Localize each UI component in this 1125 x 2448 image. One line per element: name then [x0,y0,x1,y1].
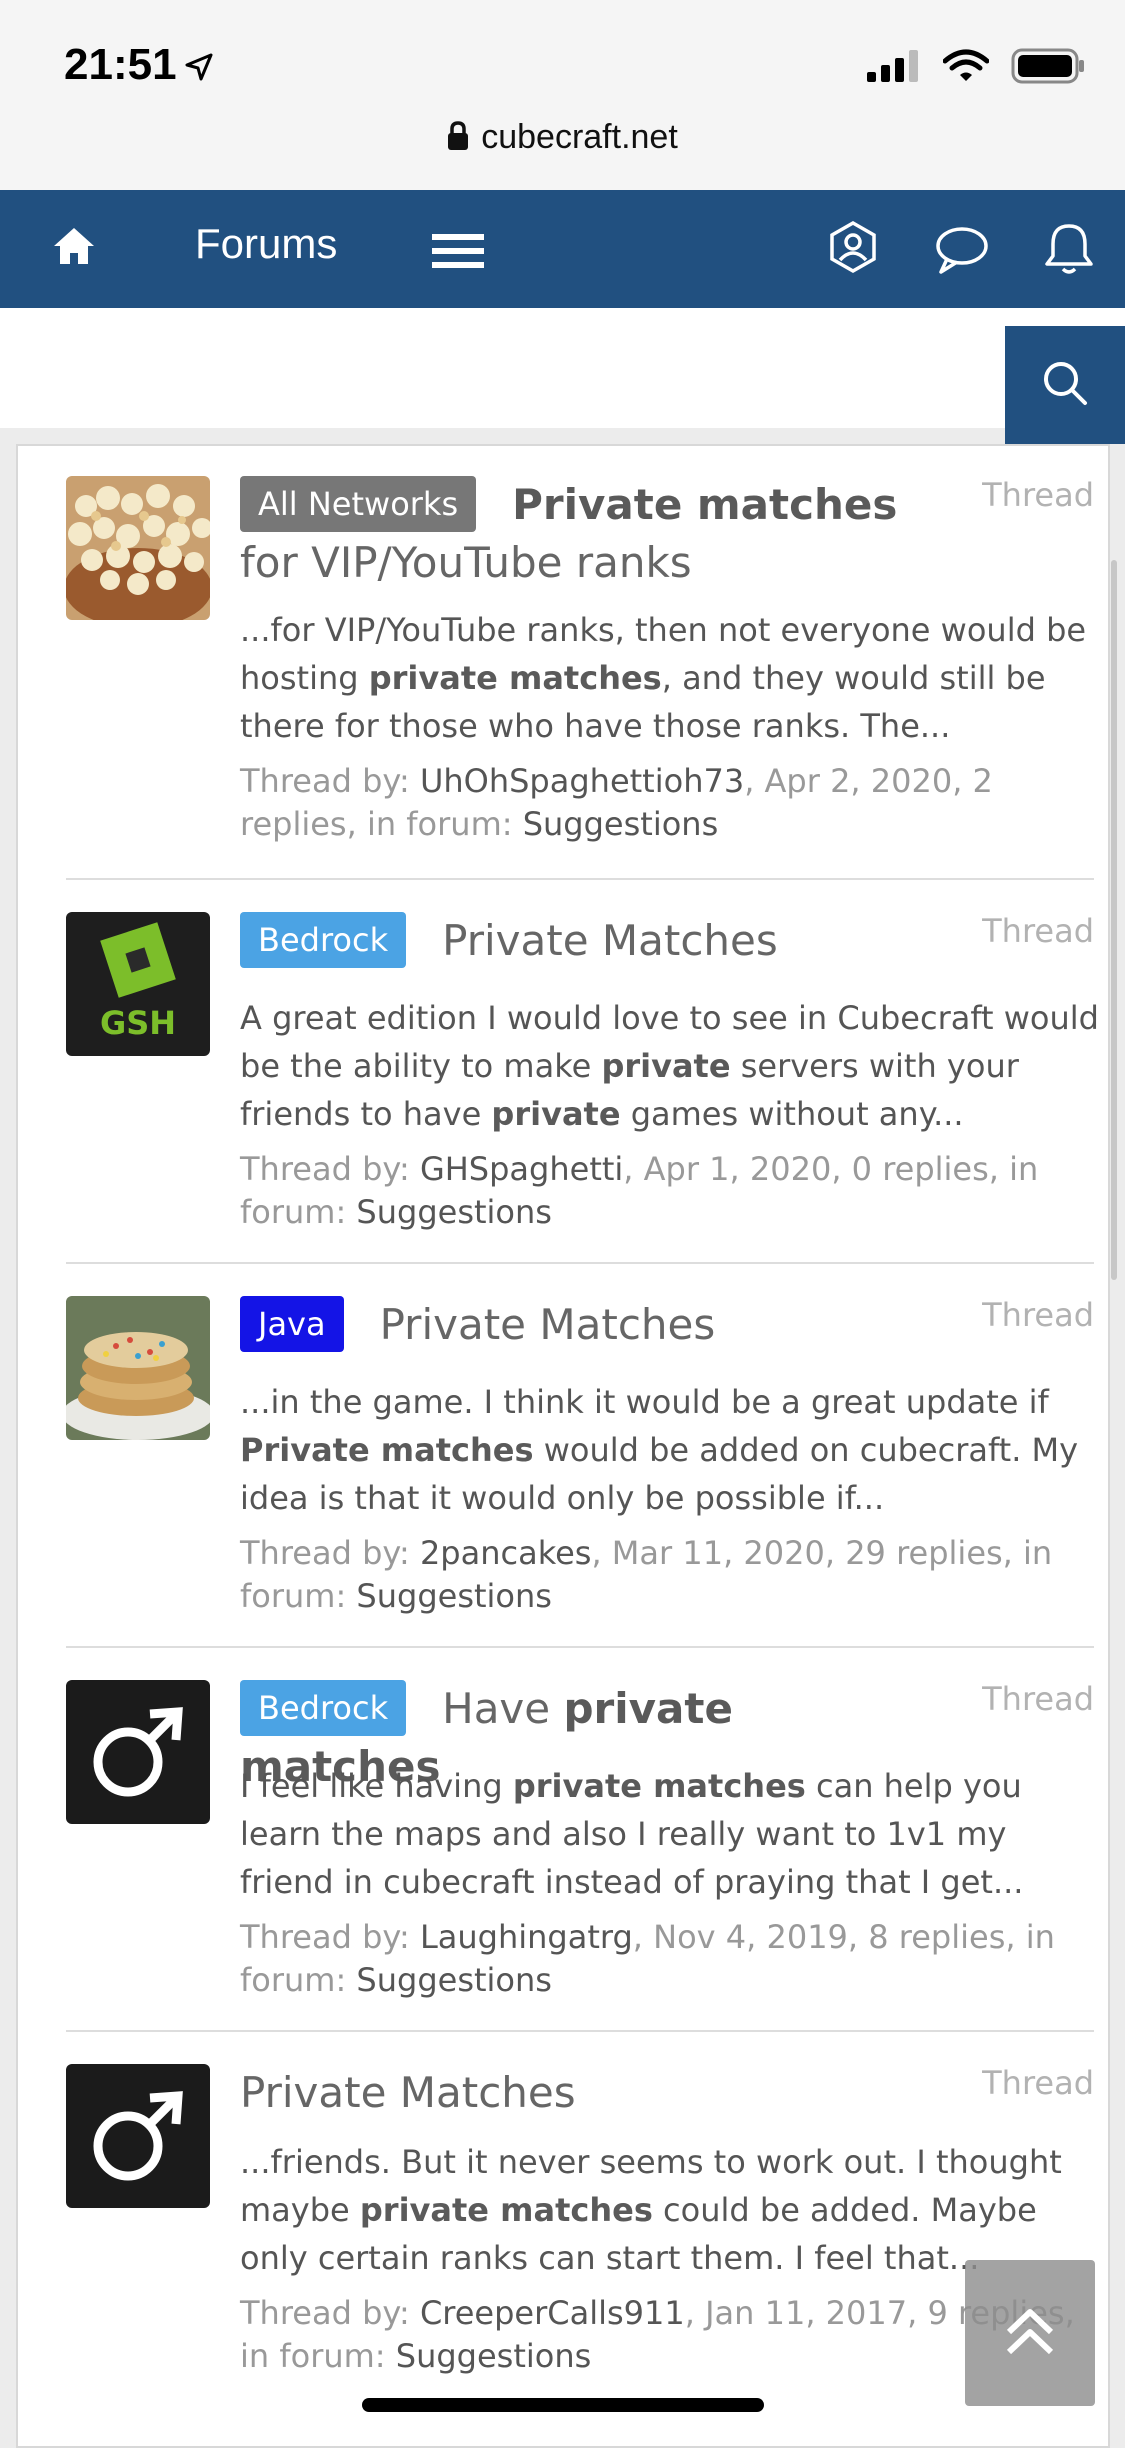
author-link[interactable]: 2pancakes [420,1534,592,1572]
chat-icon[interactable] [935,224,989,278]
content-type: Thread [982,2064,1094,2102]
content-type: Thread [982,1296,1094,1334]
forum-link[interactable]: Suggestions [356,1577,552,1615]
forum-link[interactable]: Suggestions [396,2337,592,2375]
forum-link[interactable]: Suggestions [356,1961,552,1999]
forum-link[interactable]: Suggestions [523,805,719,843]
battery-icon [1011,48,1085,88]
snippet: ...in the game. I think it would be a gr… [240,1383,1079,1517]
search-icon [1041,359,1089,411]
forum-link[interactable]: Suggestions [356,1193,552,1231]
thread-title[interactable]: Private Matches [240,2064,940,2122]
status-time: 21:51 [64,40,177,89]
lock-icon [447,121,469,160]
content-type: Thread [982,912,1094,950]
avatar[interactable] [66,1296,210,1440]
thread-meta: Thread by: 2pancakes, Mar 11, 2020, 29 r… [240,1534,1053,1615]
thread-meta: Thread by: Laughingatrg, Nov 4, 2019, 8 … [240,1918,1055,1999]
thread-title[interactable]: Java Private Matches [240,1296,940,1354]
prefix-label[interactable]: Java [240,1296,344,1352]
scrollbar[interactable] [1111,560,1117,1280]
content-type: Thread [982,1680,1094,1718]
divider [66,1262,1094,1264]
prefix-label[interactable]: All Networks [240,476,477,532]
home-icon[interactable] [52,226,96,270]
avatar[interactable] [66,476,210,620]
address-bar[interactable]: cubecraft.net [0,118,1125,160]
scroll-to-top-button[interactable] [965,2260,1095,2406]
thread-meta: Thread by: UhOhSpaghettioh73, Apr 2, 202… [240,762,993,843]
nav-bar: Forums [0,190,1125,308]
thread-title[interactable]: All Networks Private matches for VIP/YouT… [240,476,940,592]
snippet: I feel like having private matches can h… [240,1767,1024,1901]
hamburger-menu-icon[interactable] [432,234,484,272]
author-link[interactable]: GHSpaghetti [420,1150,623,1188]
avatar[interactable]: GSH [66,912,210,1056]
location-arrow-icon [184,52,214,86]
content-type: Thread [982,476,1094,514]
avatar[interactable] [66,1680,210,1824]
double-chevron-up-icon [1003,2304,1057,2362]
search-bar-area [0,308,1125,428]
prefix-label[interactable]: Bedrock [240,912,407,968]
bell-icon[interactable] [1043,222,1095,280]
thread-title[interactable]: Bedrock Private Matches [240,912,940,970]
author-link[interactable]: CreeperCalls911 [420,2294,685,2332]
search-button[interactable] [1005,326,1125,444]
divider [66,878,1094,880]
account-icon[interactable] [826,220,880,278]
wifi-icon [942,49,990,87]
home-indicator[interactable] [362,2398,764,2412]
search-results: All Networks Private matches for VIP/YouT… [16,444,1110,2448]
avatar-text: GSH [100,1004,176,1042]
divider [66,1646,1094,1648]
thread-meta: Thread by: GHSpaghetti, Apr 1, 2020, 0 r… [240,1150,1039,1231]
cellular-signal-icon [867,50,921,86]
prefix-label[interactable]: Bedrock [240,1680,407,1736]
nav-forums-link[interactable]: Forums [195,220,337,268]
author-link[interactable]: UhOhSpaghettioh73 [420,762,744,800]
snippet: ...for VIP/YouTube ranks, then not every… [240,611,1087,745]
author-link[interactable]: Laughingatrg [420,1918,633,1956]
avatar[interactable] [66,2064,210,2208]
status-bar: 21:51 cubecraft.net [0,0,1125,190]
divider [66,2030,1094,2032]
snippet: A great edition I would love to see in C… [240,999,1099,1133]
url-text: cubecraft.net [481,118,678,156]
